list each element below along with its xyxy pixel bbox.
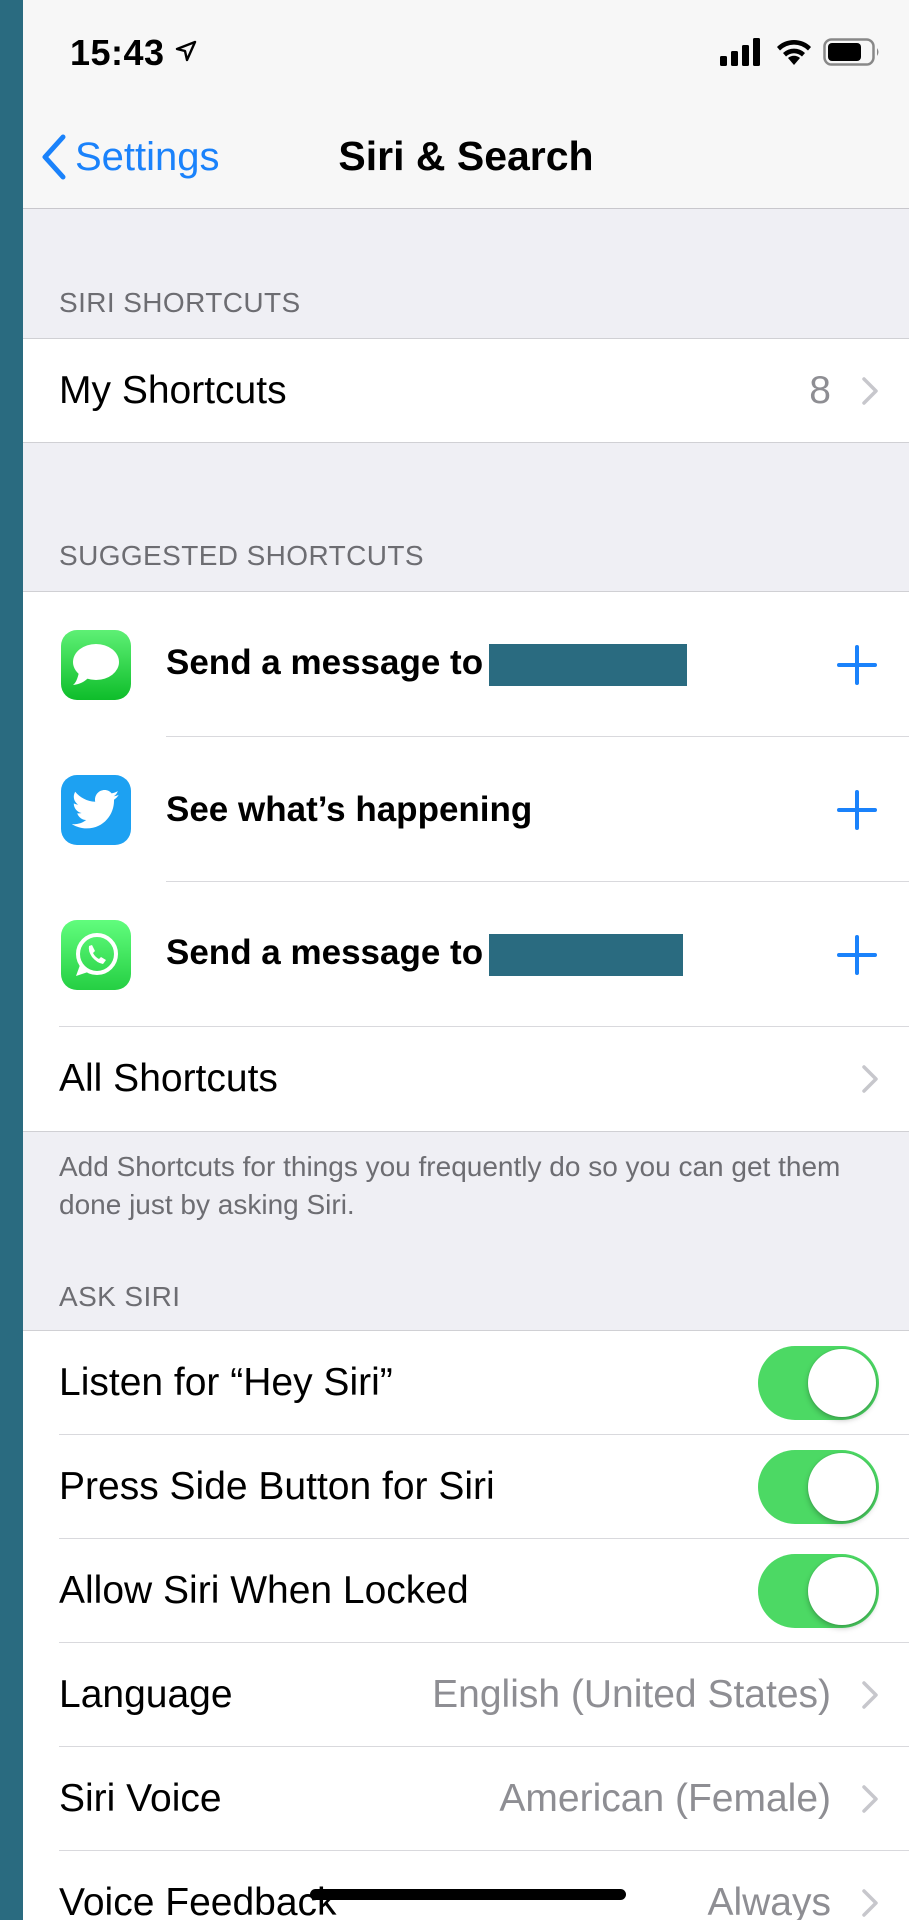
suggested-shortcut-label: Send a message to [166,643,688,686]
add-shortcut-plus-icon[interactable] [835,788,879,832]
toggle-knob [808,1453,876,1521]
toggle-label: Press Side Button for Siri [59,1465,495,1508]
status-time: 15:43 [70,32,165,73]
ask-siri-group: Listen for “Hey Siri” Press Side Button … [23,1330,909,1920]
suggested-shortcut-row[interactable]: Send a message to [23,882,909,1027]
side-button-toggle[interactable] [758,1450,879,1524]
home-indicator[interactable] [310,1889,626,1900]
siri-shortcuts-group: My Shortcuts 8 [23,338,909,443]
suggested-shortcuts-group: Send a message to See what’s happening S… [23,591,909,1132]
suggested-shortcut-label: Send a message to [166,933,684,976]
hey-siri-toggle[interactable] [758,1346,879,1420]
location-arrow-icon [175,40,197,62]
my-shortcuts-label: My Shortcuts [59,368,287,412]
cellular-signal-icon [720,38,760,66]
navigation-bar: Settings Siri & Search [23,105,909,209]
chevron-right-icon [862,1785,878,1813]
redacted-contact [489,933,684,976]
language-row[interactable]: Language English (United States) [23,1643,909,1747]
toggle-knob [808,1349,876,1417]
battery-icon [823,38,879,66]
wifi-icon [777,39,811,65]
add-shortcut-plus-icon[interactable] [835,643,879,687]
toggle-row-when-locked: Allow Siri When Locked [23,1539,909,1643]
my-shortcuts-count: 8 [809,368,831,412]
suggested-shortcut-row[interactable]: See what’s happening [23,737,909,882]
suggested-shortcut-row[interactable]: Send a message to [23,592,909,737]
siri-voice-row[interactable]: Siri Voice American (Female) [23,1747,909,1851]
siri-voice-value: American (Female) [499,1777,831,1820]
toggle-knob [808,1557,876,1625]
status-bar: 15:43 [23,0,909,105]
toggle-row-hey-siri: Listen for “Hey Siri” [23,1331,909,1435]
my-shortcuts-row[interactable]: My Shortcuts 8 [23,339,909,442]
section-header-ask-siri: ASK SIRI [59,1281,181,1312]
chevron-right-icon [862,1889,878,1917]
redacted-contact [489,643,688,686]
section-header-suggested-shortcuts: SUGGESTED SHORTCUTS [59,540,424,571]
voice-feedback-row[interactable]: Voice Feedback Always [23,1851,909,1920]
suggested-shortcut-label: See what’s happening [166,789,533,829]
voice-feedback-label: Voice Feedback [59,1881,337,1920]
settings-screen: 15:43 Settings Siri & Search SIRI SHORTC… [23,0,909,1920]
whatsapp-icon [61,919,131,990]
chevron-right-icon [862,1065,878,1093]
all-shortcuts-row[interactable]: All Shortcuts [23,1027,909,1131]
suggested-shortcuts-footer: Add Shortcuts for things you frequently … [59,1151,841,1220]
messages-icon [61,629,131,700]
voice-feedback-value: Always [707,1881,831,1920]
language-label: Language [59,1673,233,1716]
section-header-siri-shortcuts: SIRI SHORTCUTS [59,287,301,318]
when-locked-toggle[interactable] [758,1554,879,1628]
toggle-label: Listen for “Hey Siri” [59,1361,393,1404]
add-shortcut-plus-icon[interactable] [835,933,879,977]
twitter-icon [61,774,131,845]
toggle-label: Allow Siri When Locked [59,1569,469,1612]
toggle-row-side-button: Press Side Button for Siri [23,1435,909,1539]
siri-voice-label: Siri Voice [59,1777,222,1820]
chevron-right-icon [862,376,878,405]
all-shortcuts-label: All Shortcuts [59,1057,278,1100]
chevron-right-icon [862,1681,878,1709]
language-value: English (United States) [432,1673,831,1716]
page-title: Siri & Search [338,133,594,179]
